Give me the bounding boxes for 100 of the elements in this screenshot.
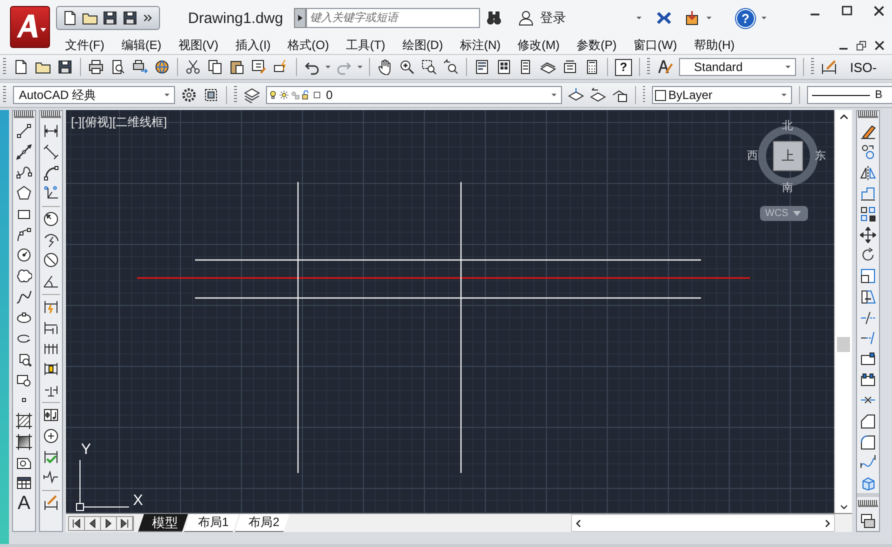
layer-dropdown[interactable]: 0 [266, 86, 562, 104]
hand-icon[interactable] [377, 59, 393, 75]
globe-icon[interactable] [154, 59, 170, 75]
toolbar-grip[interactable] [811, 58, 814, 76]
app-logo-button[interactable] [10, 6, 50, 48]
layer-previous-icon[interactable] [590, 87, 606, 103]
blend-curve-icon[interactable] [860, 454, 876, 470]
help-button[interactable]: ? [736, 8, 755, 28]
diameter-icon[interactable] [43, 252, 59, 268]
eraser-icon[interactable] [860, 123, 876, 140]
document-close-icon[interactable] [873, 38, 886, 52]
close-icon[interactable] [872, 4, 886, 18]
color-dropdown[interactable]: ByLayer [652, 86, 792, 104]
sign-in-link[interactable]: 登录 [540, 9, 566, 27]
linetype-dropdown[interactable]: B [806, 86, 892, 104]
printer-icon[interactable] [88, 59, 104, 75]
break-icon[interactable] [860, 372, 876, 388]
radius-icon[interactable] [43, 211, 59, 228]
spline-icon[interactable] [16, 288, 32, 305]
jogged-radius-icon[interactable] [43, 232, 59, 248]
user-icon[interactable] [518, 10, 534, 26]
search-field[interactable]: 键入关键字或短语 [306, 8, 480, 28]
viewcube-face[interactable]: 上 [773, 141, 803, 171]
toolbar-grip[interactable] [14, 111, 34, 118]
aligned-dimension-icon[interactable] [43, 144, 59, 160]
arc-icon[interactable] [16, 226, 32, 243]
linear-dimension-icon[interactable] [43, 123, 59, 140]
polygon-icon[interactable] [16, 185, 32, 202]
chevron-icon[interactable] [142, 12, 154, 24]
layout-tab[interactable]: 布局2 [234, 514, 290, 532]
table-icon[interactable] [16, 475, 32, 492]
polyline-icon[interactable] [16, 164, 32, 181]
clipboard-icon[interactable] [229, 59, 245, 75]
toolbar-grip[interactable] [3, 58, 6, 76]
menu-item[interactable]: 文件(F) [65, 36, 104, 54]
new-file-icon[interactable] [62, 10, 78, 26]
scrollbar-thumb[interactable] [837, 337, 850, 352]
copy-icon[interactable] [207, 59, 223, 75]
dimension-style-dropdown[interactable]: ISO- [850, 60, 877, 74]
rotate-icon[interactable] [860, 247, 876, 264]
toolbar-grip[interactable] [647, 58, 650, 76]
array-icon[interactable] [860, 206, 876, 222]
dimension-space-icon[interactable] [43, 360, 59, 377]
text-tool-icon[interactable]: A [18, 494, 30, 514]
toolbar-grip[interactable] [41, 111, 61, 118]
layout-tab[interactable]: 模型 [138, 514, 188, 532]
inspection-icon[interactable] [43, 448, 59, 465]
layer-current-icon[interactable] [568, 87, 584, 103]
drawing-canvas[interactable]: [-][俯视][二维线框] Y X 北 西 上 东 南 WCS [66, 110, 834, 513]
trim-icon[interactable] [860, 310, 876, 326]
ordinate-icon[interactable] [43, 185, 59, 202]
restore-icon[interactable] [855, 38, 868, 52]
markup-icon[interactable] [562, 59, 578, 75]
printer-arrow-icon[interactable] [132, 59, 148, 75]
stretch-icon[interactable] [860, 288, 876, 305]
workspace-icon[interactable] [203, 87, 220, 103]
print-preview-icon[interactable] [110, 59, 126, 75]
calculator-icon[interactable] [584, 59, 600, 75]
workspace-dropdown[interactable]: AutoCAD 经典 [12, 86, 176, 104]
dimension-style-icon[interactable] [821, 59, 837, 75]
circle-icon[interactable] [16, 247, 32, 264]
toolbar-grip[interactable] [858, 111, 878, 118]
zoom-previous-icon[interactable] [443, 59, 459, 75]
construction-line-icon[interactable] [16, 144, 32, 160]
save-as-icon[interactable] [122, 10, 138, 26]
extend-icon[interactable] [860, 330, 876, 346]
download-box-icon[interactable] [684, 10, 700, 26]
menu-item[interactable]: 标注(N) [460, 36, 501, 54]
save-icon[interactable] [102, 10, 118, 26]
new-file-icon[interactable] [13, 59, 29, 75]
offset-icon[interactable] [860, 185, 876, 202]
jogged-linear-icon[interactable] [43, 469, 59, 486]
dimension-edit-icon[interactable] [43, 495, 59, 512]
toolbar-grip[interactable] [642, 86, 646, 104]
cloud-icon[interactable] [16, 268, 32, 284]
toolbar-grip[interactable] [3, 86, 6, 104]
angular-icon[interactable] [43, 273, 59, 290]
layout-tab[interactable]: 布局1 [184, 514, 239, 532]
settings-icon[interactable] [181, 87, 198, 103]
move-icon[interactable] [860, 226, 876, 243]
zoom-icon[interactable] [399, 59, 415, 75]
cube-icon[interactable] [860, 475, 876, 492]
line-icon[interactable] [16, 123, 32, 140]
menu-item[interactable]: 格式(O) [288, 36, 329, 54]
quick-dimension-icon[interactable] [43, 298, 59, 315]
menu-item[interactable]: 帮助(H) [694, 36, 735, 54]
menu-item[interactable]: 工具(T) [346, 36, 386, 54]
windows-icon[interactable] [860, 512, 876, 529]
exchange-icon[interactable] [656, 10, 672, 26]
ellipse-icon[interactable] [16, 310, 32, 326]
gradient-icon[interactable] [16, 434, 32, 450]
menu-item[interactable]: 修改(M) [518, 36, 560, 54]
search-toggle-button[interactable] [294, 8, 306, 28]
copy-object-icon[interactable] [860, 144, 876, 160]
fillet-icon[interactable] [860, 434, 876, 450]
brush-icon[interactable] [251, 59, 267, 75]
help-button[interactable]: ? [615, 58, 632, 76]
scissors-icon[interactable] [185, 59, 201, 75]
chamfer-icon[interactable] [860, 412, 876, 429]
menu-item[interactable]: 插入(I) [235, 36, 271, 54]
